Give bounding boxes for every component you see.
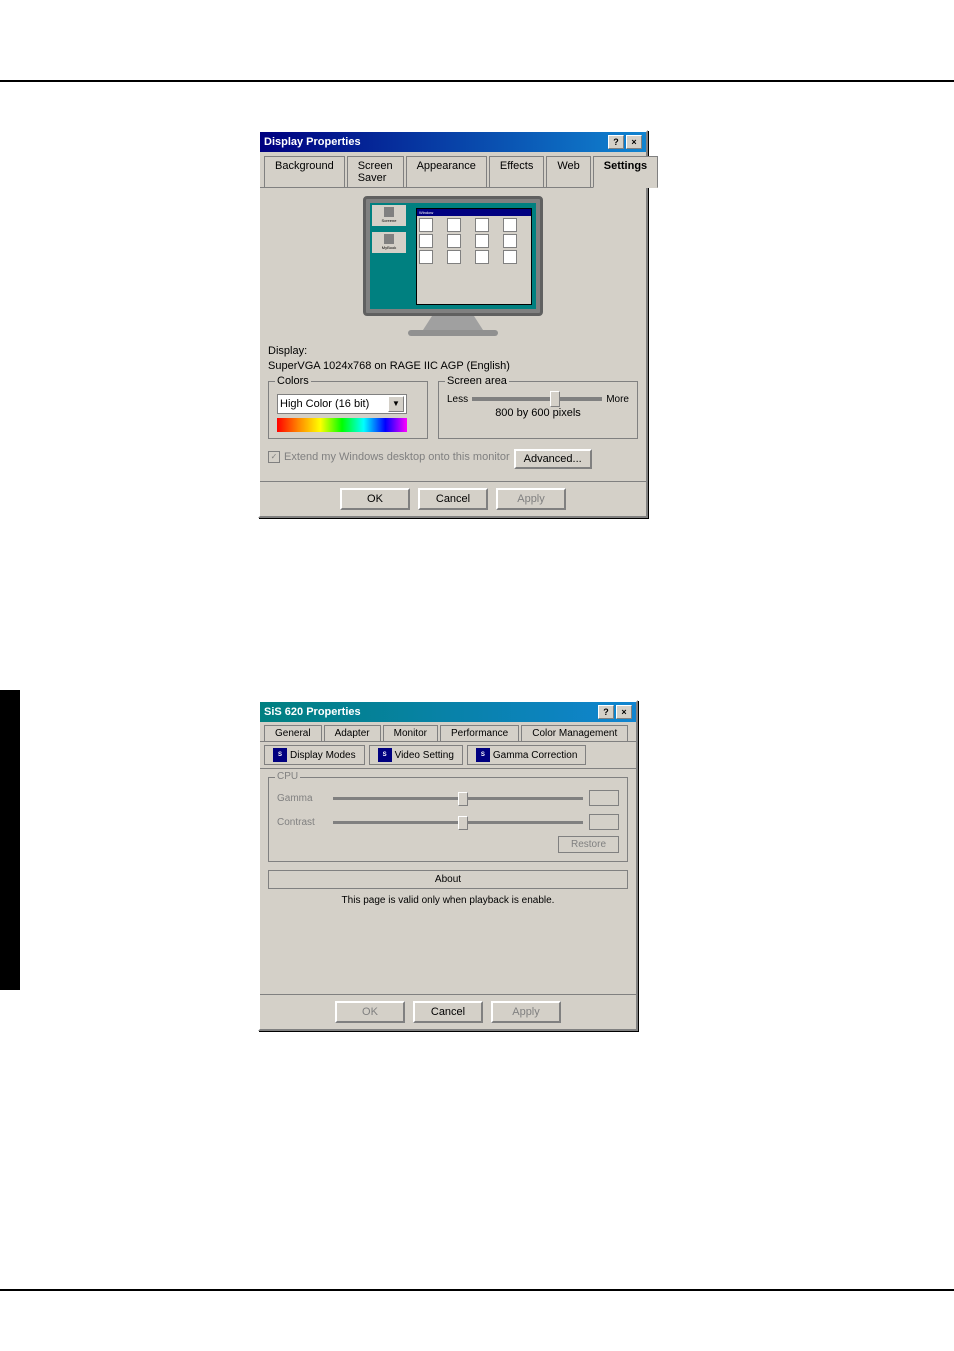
dialog1-ok-button[interactable]: OK: [340, 488, 410, 510]
colors-select[interactable]: High Color (16 bit) ▼: [277, 394, 407, 414]
gamma-slider-row: Gamma: [277, 790, 619, 806]
tab-general[interactable]: General: [264, 725, 322, 741]
display-label: Display:: [268, 344, 638, 359]
desktop-icon-1: Screene: [372, 205, 406, 226]
colors-select-arrow[interactable]: ▼: [388, 396, 404, 412]
dialog2-help-button[interactable]: ?: [598, 705, 614, 719]
dialog1-titlebar: Display Properties ? ×: [260, 132, 646, 152]
dialog2-close-button[interactable]: ×: [616, 705, 632, 719]
screen-area-label: Screen area: [445, 375, 509, 387]
screen-area-slider: Less More: [447, 394, 629, 405]
restore-button[interactable]: Restore: [558, 836, 619, 853]
tab-web[interactable]: Web: [546, 156, 590, 187]
monitor-screen: Screene MyBook: [370, 203, 536, 309]
cpu-group-label: CPU: [275, 771, 300, 782]
extend-desktop-label: Extend my Windows desktop onto this moni…: [284, 451, 510, 463]
dialog2-cancel-button[interactable]: Cancel: [413, 1001, 483, 1023]
slider-less-label: Less: [447, 394, 468, 405]
restore-row: Restore: [277, 830, 619, 853]
dialog1-cancel-button[interactable]: Cancel: [418, 488, 488, 510]
display-modes-icon: S: [273, 748, 287, 762]
dialog1-tabs: Background Screen Saver Appearance Effec…: [260, 152, 646, 188]
settings-row: Colors High Color (16 bit) ▼ Screen area…: [268, 381, 638, 439]
monitor-stand: [423, 316, 483, 330]
dialog2-titlebar-buttons: ? ×: [598, 705, 632, 719]
top-rule: [0, 80, 954, 82]
page: Display Properties ? × Background Screen…: [0, 0, 954, 1351]
gamma-correction-icon: S: [476, 748, 490, 762]
dialog1-help-button[interactable]: ?: [608, 135, 624, 149]
contrast-slider-track[interactable]: [333, 821, 583, 824]
monitor-base: [408, 330, 498, 336]
dialog2-body: CPU Gamma Contrast: [260, 769, 636, 994]
dialog1-body: Screene MyBook: [260, 188, 646, 481]
tab-performance[interactable]: Performance: [440, 725, 519, 741]
display-properties-dialog: Display Properties ? × Background Screen…: [258, 130, 648, 518]
slider-more-label: More: [606, 394, 629, 405]
video-setting-icon: S: [378, 748, 392, 762]
contrast-input[interactable]: [589, 814, 619, 830]
sim-window-titlebar: Window: [417, 209, 531, 216]
tab-adapter[interactable]: Adapter: [324, 725, 381, 741]
side-tab-artifact: [0, 690, 20, 990]
sis-note: This page is valid only when playback is…: [268, 895, 628, 906]
dialog2-subtabs: S Display Modes S Video Setting S Gamma …: [260, 742, 636, 769]
tab-settings[interactable]: Settings: [593, 156, 658, 188]
dialog1-apply-button[interactable]: Apply: [496, 488, 566, 510]
tab-effects[interactable]: Effects: [489, 156, 544, 187]
dialog1-footer: OK Cancel Apply: [260, 481, 646, 516]
subtab-video-setting[interactable]: S Video Setting: [369, 745, 463, 765]
about-button[interactable]: About: [268, 870, 628, 889]
dialog1-close-button[interactable]: ×: [626, 135, 642, 149]
simulated-window: Window: [416, 208, 532, 305]
pixels-text: 800 by 600 pixels: [447, 407, 629, 419]
dialog2-main-tabs: General Adapter Monitor Performance Colo…: [260, 722, 636, 742]
tab-screensaver[interactable]: Screen Saver: [347, 156, 404, 187]
bottom-rule: [0, 1289, 954, 1291]
screen-area-group: Screen area Less More 800 by 600 pixels: [438, 381, 638, 439]
tab-appearance[interactable]: Appearance: [406, 156, 487, 187]
sis620-dialog-window: SiS 620 Properties ? × General Adapter M…: [258, 700, 638, 1031]
monitor-outer: Screene MyBook: [363, 196, 543, 316]
dialog2-footer: OK Cancel Apply: [260, 994, 636, 1029]
dialog2-apply-button[interactable]: Apply: [491, 1001, 561, 1023]
colors-group: Colors High Color (16 bit) ▼: [268, 381, 428, 439]
sim-window-icons: [417, 216, 531, 266]
subtab-display-modes[interactable]: S Display Modes: [264, 745, 365, 765]
colors-group-label: Colors: [275, 375, 311, 387]
advanced-button[interactable]: Advanced...: [514, 449, 592, 469]
gamma-input[interactable]: [589, 790, 619, 806]
slider-thumb[interactable]: [550, 391, 560, 407]
desktop-icon-2: MyBook: [372, 232, 406, 253]
spacer: [268, 906, 628, 986]
slider-track[interactable]: [472, 397, 602, 401]
tab-monitor[interactable]: Monitor: [383, 725, 438, 741]
gamma-slider-thumb[interactable]: [458, 792, 468, 806]
desktop-left-icons: Screene MyBook: [372, 205, 410, 253]
display-value: SuperVGA 1024x768 on RAGE IIC AGP (Engli…: [268, 359, 638, 374]
cpu-group: CPU Gamma Contrast: [268, 777, 628, 862]
monitor-preview: Screene MyBook: [353, 196, 553, 336]
contrast-slider-thumb[interactable]: [458, 816, 468, 830]
tab-background[interactable]: Background: [264, 156, 345, 187]
checkbox-row: ✓ Extend my Windows desktop onto this mo…: [268, 445, 638, 469]
gamma-label: Gamma: [277, 793, 327, 804]
extend-desktop-checkbox[interactable]: ✓: [268, 451, 280, 463]
gamma-slider-track[interactable]: [333, 797, 583, 800]
display-info: Display: SuperVGA 1024x768 on RAGE IIC A…: [268, 344, 638, 375]
dialog1-title: Display Properties: [264, 136, 361, 148]
dialog2-title: SiS 620 Properties: [264, 706, 361, 718]
sis620-dialog: SiS 620 Properties ? × General Adapter M…: [258, 700, 638, 1031]
dialog2-titlebar: SiS 620 Properties ? ×: [260, 702, 636, 722]
monitor-desktop: Screene MyBook: [370, 203, 536, 309]
contrast-label: Contrast: [277, 817, 327, 828]
subtab-gamma-correction[interactable]: S Gamma Correction: [467, 745, 586, 765]
contrast-slider-row: Contrast: [277, 814, 619, 830]
color-bar: [277, 418, 407, 432]
dialog2-ok-button[interactable]: OK: [335, 1001, 405, 1023]
tab-color-management[interactable]: Color Management: [521, 725, 628, 741]
dialog1-titlebar-buttons: ? ×: [608, 135, 642, 149]
